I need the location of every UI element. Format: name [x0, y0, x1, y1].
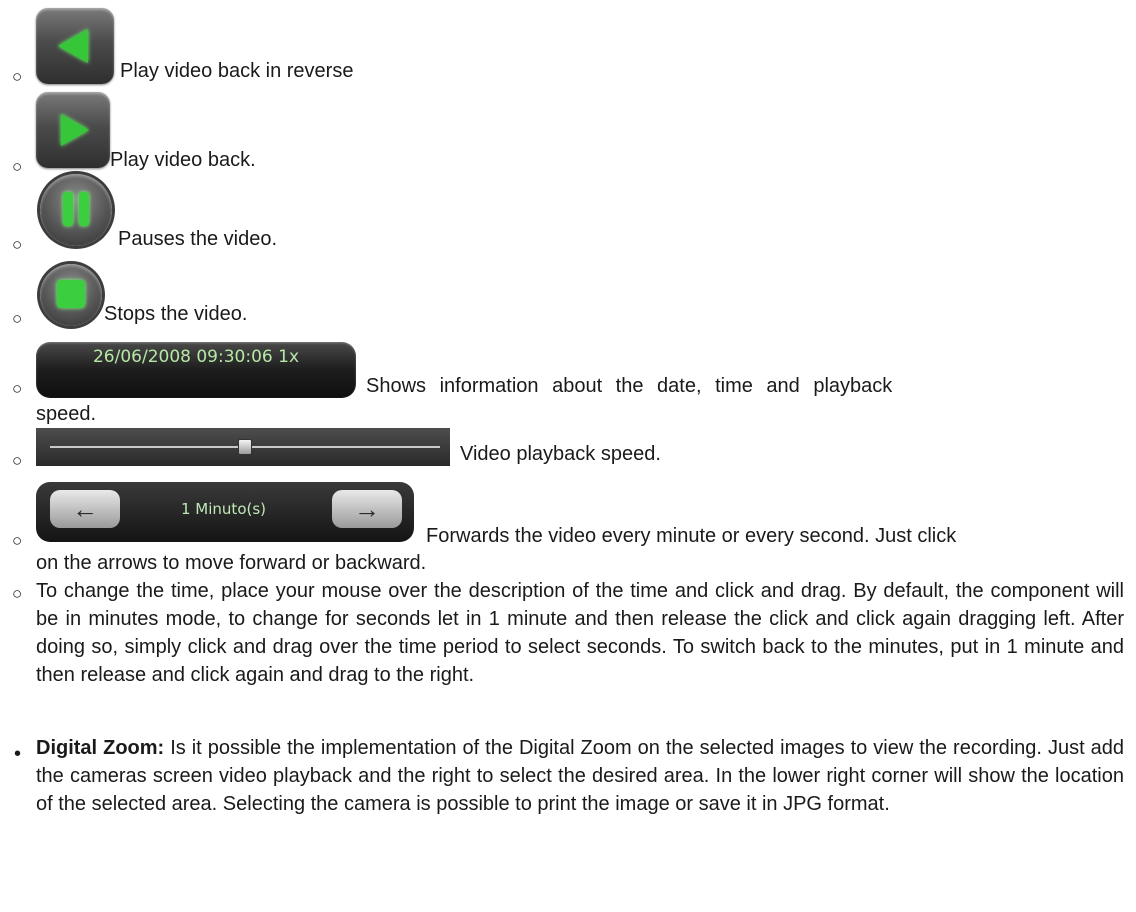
reverse-play-icon[interactable]: [36, 8, 114, 84]
list-bullet: ○: [12, 67, 23, 86]
time-step-control: ← 1 Minuto(s) →: [36, 482, 414, 542]
stop-description: Stops the video.: [104, 303, 248, 325]
change-time-instructions: To change the time, place your mouse ove…: [36, 580, 1124, 686]
list-bullet: ○: [12, 584, 23, 603]
pause-description: Pauses the video.: [118, 228, 277, 250]
digital-zoom-title: Digital Zoom:: [36, 737, 165, 759]
stepper-description-line1: Forwards the video every minute or every…: [426, 525, 957, 547]
step-interval-label: 1 Minuto(s): [181, 500, 267, 518]
list-bullet: ○: [12, 379, 23, 398]
list-bullet: ○: [12, 451, 23, 470]
list-bullet-disc: •: [14, 743, 22, 765]
date-time-speed-display: 26/06/2008 09:30:06 1x: [36, 342, 356, 398]
info-description-line2: speed.: [36, 403, 97, 425]
step-forward-button[interactable]: →: [332, 490, 402, 528]
play-icon[interactable]: [36, 92, 110, 168]
slider-thumb[interactable]: [238, 439, 252, 455]
digital-zoom-section: Digital Zoom: Is it possible the impleme…: [36, 734, 1124, 818]
stop-icon[interactable]: [40, 264, 102, 326]
info-description-line1: Shows information about the date, time a…: [366, 375, 893, 397]
reverse-play-description: Play video back in reverse: [120, 60, 354, 82]
pause-icon[interactable]: [40, 174, 112, 246]
list-bullet: ○: [12, 235, 23, 254]
display-text: 26/06/2008 09:30:06 1x: [92, 347, 300, 367]
list-bullet: ○: [12, 531, 23, 550]
speed-description: Video playback speed.: [460, 443, 661, 465]
list-bullet: ○: [12, 309, 23, 328]
digital-zoom-text: Is it possible the implementation of the…: [36, 737, 1124, 815]
playback-speed-slider[interactable]: [36, 428, 450, 466]
play-description: Play video back.: [110, 149, 256, 171]
step-backward-button[interactable]: ←: [50, 490, 120, 528]
stepper-description-line2: on the arrows to move forward or backwar…: [36, 552, 427, 574]
list-bullet: ○: [12, 157, 23, 176]
